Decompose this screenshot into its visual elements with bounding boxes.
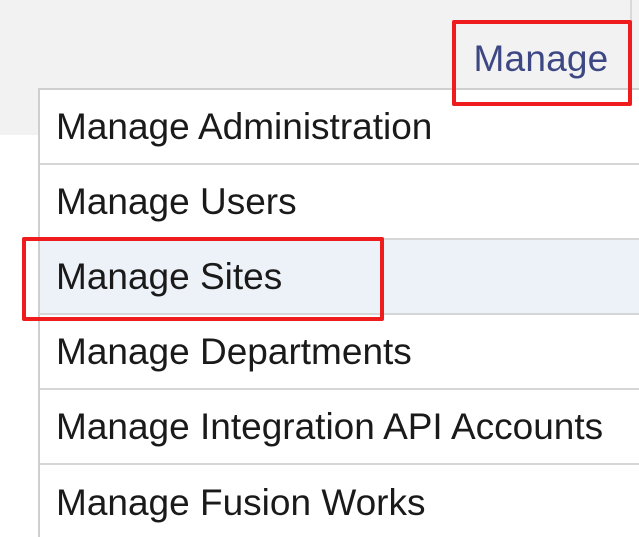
menu-item-manage-departments[interactable]: Manage Departments	[40, 315, 639, 390]
nav-divider	[630, 0, 632, 100]
manage-dropdown-menu: Manage Administration Manage Users Manag…	[38, 88, 639, 537]
menu-item-label: Manage Administration	[56, 105, 433, 147]
manage-menu-label: Manage	[473, 38, 609, 79]
screenshot-stage: Manage Manage Administration Manage User…	[0, 0, 639, 537]
menu-item-label: Manage Integration API Accounts	[56, 405, 604, 447]
menu-item-label: Manage Sites	[56, 255, 283, 297]
menu-item-label: Manage Departments	[56, 330, 412, 372]
menu-item-manage-integration-api-accounts[interactable]: Manage Integration API Accounts	[40, 390, 639, 465]
menu-item-label: Manage Users	[56, 180, 297, 222]
menu-item-manage-sites[interactable]: Manage Sites	[40, 240, 639, 315]
menu-item-manage-users[interactable]: Manage Users	[40, 165, 639, 240]
menu-item-manage-administration[interactable]: Manage Administration	[40, 90, 639, 165]
menu-item-manage-fusion-works[interactable]: Manage Fusion Works	[40, 465, 639, 537]
menu-item-label: Manage Fusion Works	[56, 481, 426, 523]
